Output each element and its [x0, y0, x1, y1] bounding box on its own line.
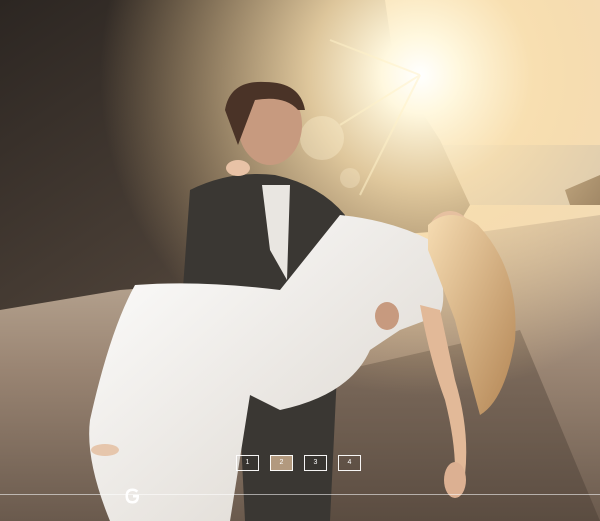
page-dot-2[interactable]: 2: [270, 455, 293, 471]
g-logo-icon: [125, 488, 140, 504]
page-dot-4[interactable]: 4: [338, 455, 361, 471]
page-dot-3[interactable]: 3: [304, 455, 327, 471]
slide-progress-track: [0, 494, 600, 495]
gallery-pagination: 1 2 3 4: [236, 455, 361, 473]
couple-beach-photo: [0, 0, 600, 521]
photo-slide: 1 2 3 4: [0, 0, 600, 521]
page-dot-1[interactable]: 1: [236, 455, 259, 471]
